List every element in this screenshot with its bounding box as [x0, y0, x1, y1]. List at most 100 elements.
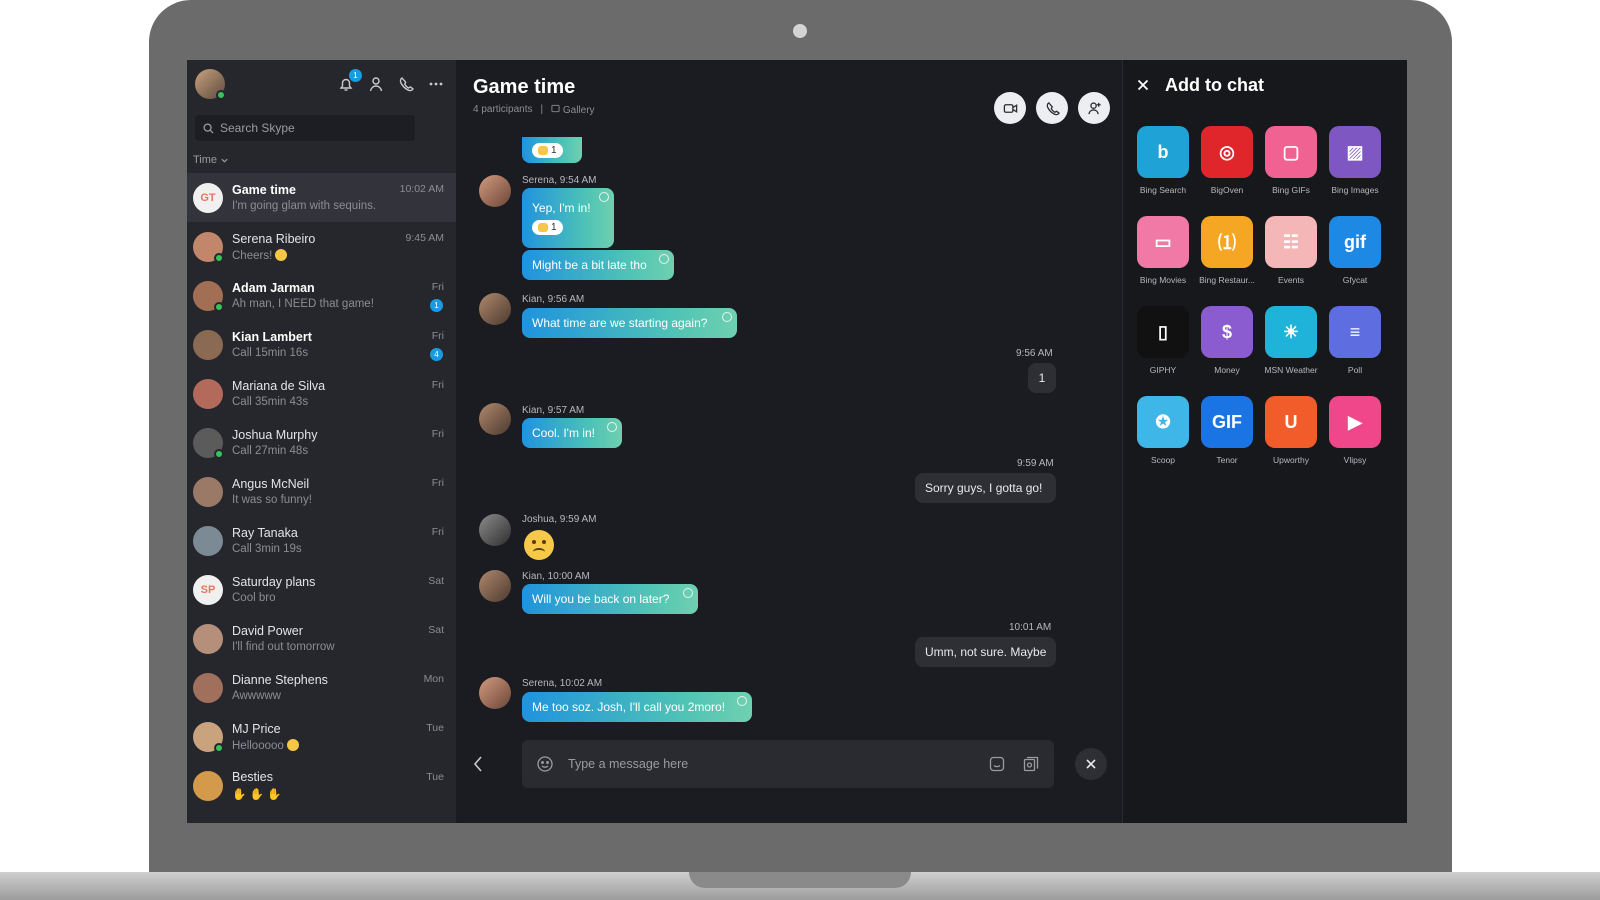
- outgoing-bubble[interactable]: Sorry guys, I gotta go!: [915, 473, 1056, 503]
- avatar-joshua[interactable]: [479, 514, 511, 546]
- app-icon: gif: [1329, 216, 1381, 268]
- app-tile[interactable]: GIF Tenor: [1201, 396, 1253, 486]
- app-tile[interactable]: ▨ Bing Images: [1329, 126, 1381, 216]
- app-tile[interactable]: b Bing Search: [1137, 126, 1189, 216]
- conversation-item[interactable]: GT Game time I'm going glam with sequins…: [187, 173, 456, 222]
- app-tile[interactable]: ◎ BigOven: [1201, 126, 1253, 216]
- avatar-serena[interactable]: [479, 175, 511, 207]
- call-icon[interactable]: [398, 76, 414, 92]
- video-call-button[interactable]: [994, 92, 1026, 124]
- close-panel-button[interactable]: [1075, 748, 1107, 780]
- audio-call-button[interactable]: [1036, 92, 1068, 124]
- message-sender: Kian, 10:00 AM: [522, 571, 590, 582]
- conversation-item[interactable]: Adam Jarman Ah man, I NEED that game! Fr…: [187, 271, 456, 320]
- message-text: Yep, I'm in!: [532, 201, 591, 215]
- message-bubble[interactable]: Cool. I'm in!: [522, 418, 622, 448]
- app-tile[interactable]: ☀ MSN Weather: [1264, 306, 1318, 396]
- my-avatar[interactable]: [195, 69, 226, 100]
- gallery-link[interactable]: Gallery: [551, 104, 595, 116]
- avatar-kian[interactable]: [479, 570, 511, 602]
- search-input[interactable]: Search Skype: [195, 115, 415, 141]
- avatar: [193, 770, 223, 801]
- avatar: [193, 427, 224, 459]
- message-bubble[interactable]: Might be a bit late tho: [522, 250, 674, 280]
- message-composer[interactable]: Type a message here: [522, 740, 1054, 788]
- presence-dot: [214, 742, 224, 753]
- reaction-count: 1: [551, 222, 557, 233]
- conversation-item[interactable]: MJ Price Hellooooo Tue: [187, 712, 456, 761]
- app-tile[interactable]: $ Money: [1201, 306, 1253, 396]
- app-tile[interactable]: ▶ Vlipsy: [1329, 396, 1381, 486]
- sort-label: Time: [193, 154, 218, 166]
- message-text: 1: [1038, 371, 1046, 385]
- app-tile[interactable]: ▯ GIPHY: [1137, 306, 1189, 396]
- media-attach-icon[interactable]: [1022, 755, 1040, 773]
- app-label: Poll: [1347, 365, 1363, 375]
- reaction-chip[interactable]: 1: [532, 142, 563, 158]
- app-label: Scoop: [1150, 455, 1176, 465]
- avatar-serena[interactable]: [479, 677, 511, 709]
- conversation-item[interactable]: Serena Ribeiro Cheers! 9:45 AM: [187, 222, 456, 271]
- back-button[interactable]: [471, 754, 485, 774]
- app-tile[interactable]: gif Gfycat: [1329, 216, 1381, 306]
- app-tile[interactable]: U Upworthy: [1265, 396, 1317, 486]
- message-input-placeholder[interactable]: Type a message here: [568, 757, 988, 771]
- conversation-time: Fri: [431, 379, 444, 391]
- message-bubble[interactable]: Will you be back on later?: [522, 584, 698, 614]
- more-options-icon[interactable]: [428, 76, 444, 92]
- sad-emoji-icon[interactable]: [524, 530, 554, 560]
- message-bubble[interactable]: What time are we starting again?: [522, 308, 737, 338]
- conversation-item[interactable]: Joshua Murphy Call 27min 48s Fri: [187, 418, 456, 467]
- contacts-icon[interactable]: [368, 76, 384, 92]
- conversation-item[interactable]: David Power I'll find out tomorrow Sat: [187, 614, 456, 663]
- app-tile[interactable]: ▢ Bing GIFs: [1265, 126, 1317, 216]
- conversation-item[interactable]: Kian Lambert Call 15min 16s Fri 4: [187, 320, 456, 369]
- app-label: Bing Restaur...: [1199, 275, 1255, 285]
- conversation-item[interactable]: Besties ✋ ✋ ✋ Tue: [187, 761, 456, 810]
- message-bubble[interactable]: Yep, I'm in! 1: [522, 188, 614, 248]
- close-icon[interactable]: [1137, 79, 1149, 91]
- message-sender: Kian, 9:57 AM: [522, 405, 585, 416]
- conversation-preview-text: Hellooooo: [232, 739, 284, 752]
- avatar-kian[interactable]: [479, 403, 511, 435]
- app-label: Vlipsy: [1343, 455, 1367, 465]
- reaction-bubble[interactable]: 1: [522, 137, 582, 163]
- emoji-icon[interactable]: [536, 755, 554, 773]
- conversation-name: Mariana de Silva: [232, 379, 326, 393]
- app-icon: ▭: [1137, 216, 1189, 268]
- seen-indicator: [737, 696, 747, 706]
- reaction-chip[interactable]: 1: [532, 220, 563, 235]
- conversation-time: Fri: [431, 330, 444, 342]
- sort-dropdown[interactable]: Time: [193, 154, 456, 166]
- conversation-preview: ✋ ✋ ✋: [232, 787, 444, 801]
- reaction-count: 1: [551, 144, 557, 156]
- app-tile[interactable]: ≡ Poll: [1329, 306, 1381, 396]
- conversation-name: Dianne Stephens: [232, 673, 328, 687]
- app-tile[interactable]: ✪ Scoop: [1137, 396, 1189, 486]
- app-icon: ☀: [1265, 306, 1317, 358]
- conversation-item[interactable]: Angus McNeil It was so funny! Fri: [187, 467, 456, 516]
- app-tile[interactable]: ⑴ Bing Restaur...: [1199, 216, 1255, 306]
- avatar: GT: [193, 182, 223, 213]
- add-people-button[interactable]: [1078, 92, 1110, 124]
- participants-count[interactable]: 4 participants: [473, 104, 532, 116]
- gallery-icon: [551, 104, 560, 113]
- sidebar-header: 1: [187, 60, 456, 108]
- avatar-kian[interactable]: [479, 293, 511, 325]
- conversation-item[interactable]: Mariana de Silva Call 35min 43s Fri: [187, 369, 456, 418]
- conversation-item[interactable]: Ray Tanaka Call 3min 19s Fri: [187, 516, 456, 565]
- app-tile[interactable]: ☷ Events: [1265, 216, 1317, 306]
- avatar: [193, 280, 224, 312]
- conversation-item[interactable]: SP Saturday plans Cool bro Sat: [187, 565, 456, 614]
- outgoing-bubble[interactable]: 1: [1028, 363, 1056, 393]
- conversation-item[interactable]: Dianne Stephens Awwwww Mon: [187, 663, 456, 712]
- sticker-icon[interactable]: [988, 755, 1006, 773]
- app-icon: ⑴: [1201, 216, 1253, 268]
- notifications-icon[interactable]: 1: [338, 69, 362, 92]
- app-tile[interactable]: ▭ Bing Movies: [1137, 216, 1189, 306]
- conversation-preview: Call 35min 43s: [232, 396, 444, 408]
- message-text: Umm, not sure. Maybe: [925, 645, 1047, 659]
- message-bubble[interactable]: Me too soz. Josh, I'll call you 2moro!: [522, 692, 752, 722]
- message-text: Will you be back on later?: [532, 592, 670, 606]
- outgoing-bubble[interactable]: Umm, not sure. Maybe: [915, 637, 1056, 667]
